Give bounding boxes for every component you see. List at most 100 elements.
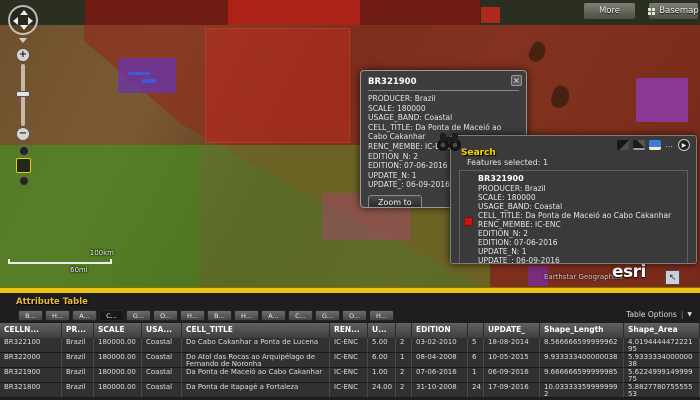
table-cell: 06-09-2016 [484,368,540,383]
clear-selection-icon[interactable] [633,140,645,150]
col-header-shape-area[interactable]: Shape_Area [624,323,700,338]
chevron-down-icon[interactable] [19,38,27,43]
table-options-button[interactable]: Table Options | ▼ [626,310,692,319]
layer-tab-1[interactable]: B... [18,310,43,321]
col-header-blank-1[interactable] [396,323,412,338]
table-cell: 2 [396,368,412,383]
more-button[interactable]: More [583,2,636,20]
table-row[interactable]: BR321900 Brazil 180000.00 Coastal Da Pon… [0,368,700,383]
table-cell: 6 [468,353,484,368]
layer-tab-3[interactable]: A... [72,310,97,321]
layer-tab-4-active[interactable]: C... [99,310,124,321]
result-field-scale: SCALE: 180000 [478,193,536,202]
scale-km-label: 100km [89,249,114,257]
table-cell: 07-06-2016 [412,368,468,383]
table-row[interactable]: BR322100 Brazil 180000.00 Coastal Do Cab… [0,338,700,353]
dropdown-arrow-icon: ▼ [687,311,692,318]
table-cell: 5.882778075555553 [624,383,700,398]
col-header-cell-title[interactable]: CELL_TITLE [182,323,330,338]
result-field-usage-band: USAGE_BAND: Coastal [478,202,563,211]
table-cell: Brazil [62,338,94,353]
results-panel-icon[interactable] [649,140,661,150]
layer-tab-8[interactable]: B... [207,310,232,321]
select-tool-icon[interactable] [617,140,629,150]
esri-logo: esri [612,262,646,282]
table-cell: Coastal [142,383,182,398]
overview-map-icon[interactable]: ↖ [665,270,680,285]
result-title: BR321900 [478,174,524,183]
table-cell: 31-10-2008 [412,383,468,398]
layer-tab-2[interactable]: H... [45,310,70,321]
overlay-purple-cell-1 [118,58,176,93]
layer-tab-5[interactable]: G... [126,310,151,321]
attribute-table-panel: Attribute Table B... H... A... C... G...… [0,293,700,400]
col-header-edition[interactable]: EDITION [412,323,468,338]
overlay-red-patch [481,7,500,23]
pan-right-icon[interactable] [28,17,33,25]
table-cell: 5.00 [368,338,396,353]
table-cell: 1 [396,353,412,368]
col-header-update[interactable]: UPDATE_ [484,323,540,338]
popup-field-scale: SCALE: 180000 [368,103,426,113]
col-header-usage[interactable]: USA... [142,323,182,338]
table-row[interactable]: BR322000 Brazil 180000.00 Coastal Do Ato… [0,353,700,368]
collapse-arrow-icon[interactable]: ▶ [678,139,690,151]
popup-field-usage-band: USAGE_BAND: Coastal [368,113,453,123]
layer-tab-7[interactable]: H... [180,310,205,321]
table-cell: Da Ponta de Itapagé a Fortaleza [182,383,330,398]
table-cell: Da Ponta de Maceió ao Cabo Cakanhar [182,368,330,383]
table-cell: BR322000 [0,353,62,368]
table-cell: Coastal [142,353,182,368]
col-header-blank-2[interactable] [468,323,484,338]
pan-compass-control[interactable] [8,5,38,35]
search-result-item[interactable]: BR321900 PRODUCER: Brazil SCALE: 180000 … [459,170,688,263]
magnifier-tool-button[interactable] [16,158,31,173]
map-view[interactable]: + − 100km 60mi More Basemap × BR321900 P… [0,0,700,287]
col-header-renc[interactable]: REN... [330,323,368,338]
next-extent-button[interactable] [19,176,29,186]
zoom-slider-thumb[interactable] [16,91,30,97]
layer-tab-12[interactable]: G... [315,310,340,321]
layer-tab-14[interactable]: H... [369,310,394,321]
zoom-to-button[interactable]: Zoom to [368,194,422,207]
popup-title: BR321900 [368,77,519,91]
table-cell: 1.00 [368,368,396,383]
zoom-in-button[interactable]: + [16,48,30,62]
table-cell: 180000.00 [94,338,142,353]
close-icon[interactable]: × [511,75,522,86]
col-header-producer[interactable]: PR... [62,323,94,338]
more-button-label: More [598,6,621,16]
overflow-icon[interactable]: … [665,141,674,149]
table-cell: Brazil [62,383,94,398]
pan-left-icon[interactable] [13,17,18,25]
result-field-cell-title: CELL_TITLE: Da Ponta de Maceió ao Cabo C… [478,211,672,220]
pan-down-icon[interactable] [20,25,28,30]
layer-tab-6[interactable]: O... [153,310,178,321]
table-cell: 180000.00 [94,353,142,368]
pan-up-icon[interactable] [20,10,28,15]
table-row[interactable]: BR321800 Brazil 180000.00 Coastal Da Pon… [0,383,700,398]
search-panel-header: Search … ▶ [451,136,696,158]
table-header-row: CELLN... PR... SCALE USA... CELL_TITLE R… [0,323,700,338]
layer-tab-10[interactable]: A... [261,310,286,321]
result-field-producer: PRODUCER: Brazil [478,184,546,193]
zoom-out-button[interactable]: − [16,127,30,141]
search-panel: Search … ▶ Features selected: 1 BR321900… [450,135,697,264]
gis-app-window: + − 100km 60mi More Basemap × BR321900 P… [0,0,700,400]
layer-tab-11[interactable]: C... [288,310,313,321]
basemap-button[interactable]: Basemap [648,2,699,20]
table-cell: BR322100 [0,338,62,353]
table-cell: 180000.00 [94,383,142,398]
col-header-shape-length[interactable]: Shape_Length [540,323,624,338]
table-options-label: Table Options [626,310,677,319]
col-header-cellname[interactable]: CELLN... [0,323,62,338]
table-cell: 10.033333599999992 [540,383,624,398]
table-cell: 5.622499914999975 [624,368,700,383]
layer-tab-13[interactable]: O... [342,310,367,321]
col-header-u[interactable]: U... [368,323,396,338]
col-header-scale[interactable]: SCALE [94,323,142,338]
table-cell: BR321800 [0,383,62,398]
previous-extent-button[interactable] [19,146,29,156]
layer-tab-9[interactable]: H... [234,310,259,321]
result-field-update-n: UPDATE_N: 1 [478,247,527,256]
